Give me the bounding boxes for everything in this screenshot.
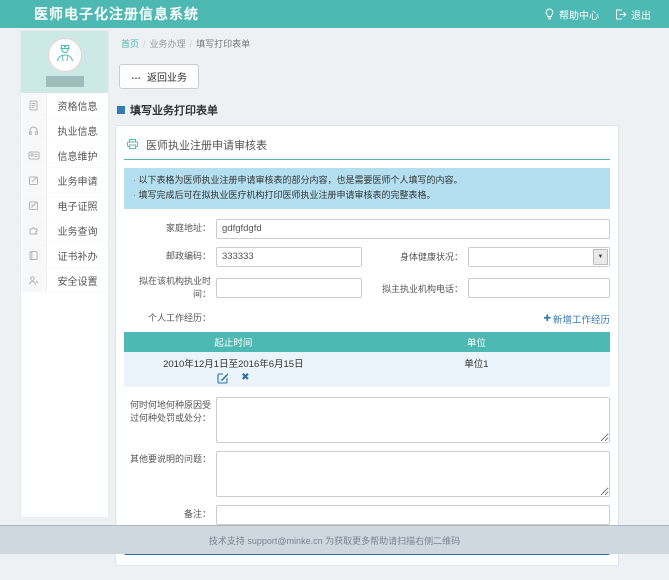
book-icon bbox=[21, 243, 47, 267]
sidebar-item-label: 资格信息 bbox=[47, 98, 108, 113]
breadcrumb: 首页/业务办理/填写打印表单 bbox=[115, 30, 619, 56]
edit-square-icon bbox=[21, 168, 47, 192]
sidebar-item-label: 业务申请 bbox=[47, 173, 108, 188]
panel-title: 医师执业注册申请审核表 bbox=[146, 137, 267, 153]
printer-icon bbox=[126, 138, 139, 153]
sidebar-item-label: 信息维护 bbox=[47, 148, 108, 163]
user-name-redacted bbox=[46, 76, 84, 87]
breadcrumb-separator: / bbox=[190, 39, 193, 49]
breadcrumb-item-current: 填写打印表单 bbox=[196, 39, 250, 49]
notice-line-1: 以下表格为医师执业注册申请审核表的部分内容，也是需要医师个人填写的内容。 bbox=[133, 173, 601, 188]
notice-line-2: 填写完成后可在拟执业医疗机构打印医师执业注册申请审核表的完整表格。 bbox=[133, 188, 601, 203]
add-work-experience-label: 新增工作经历 bbox=[553, 312, 610, 326]
sidebar-item-label: 安全设置 bbox=[47, 273, 108, 288]
logout-icon bbox=[615, 9, 627, 20]
back-button-label: 返回业务 bbox=[147, 69, 187, 84]
puzzle-icon bbox=[21, 218, 47, 242]
plus-icon: ✚ bbox=[543, 313, 551, 324]
health-status-select[interactable]: ▼ bbox=[468, 247, 610, 267]
table-row: 2010年12月1日至2016年6月15日 ✖ 单位1 bbox=[124, 352, 610, 387]
logout-label: 退出 bbox=[631, 7, 651, 22]
help-label: 帮助中心 bbox=[559, 7, 599, 22]
table-header-period: 起止时间 bbox=[124, 332, 343, 352]
panel-header: 医师执业注册申请审核表 bbox=[124, 134, 610, 160]
sidebar-item-business-application[interactable]: 业务申请 bbox=[21, 168, 108, 193]
ellipsis-icon: … bbox=[131, 75, 141, 79]
remarks-label: 备注： bbox=[124, 508, 216, 522]
postal-code-input[interactable] bbox=[216, 247, 362, 267]
work-experience-label: 个人工作经历： bbox=[124, 312, 216, 326]
row-unit: 单位1 bbox=[343, 352, 610, 387]
punishment-label: 何时何地何种原因受过何种处罚或处分： bbox=[124, 397, 216, 426]
remarks-input[interactable] bbox=[216, 505, 610, 525]
section-title: 填写业务打印表单 bbox=[117, 102, 619, 118]
edit-icon[interactable] bbox=[217, 372, 229, 384]
headset-icon bbox=[21, 118, 47, 142]
practice-time-label: 拟在该机构执业时间： bbox=[124, 275, 216, 302]
org-phone-label: 拟主执业机构电话： bbox=[372, 282, 468, 295]
footer: 技术支持 support@minke.cn 为获取更多帮助请扫描右侧二维码 bbox=[0, 525, 669, 554]
sidebar-item-electronic-certificate[interactable]: 电子证照 bbox=[21, 193, 108, 218]
delete-icon[interactable]: ✖ bbox=[241, 372, 249, 383]
other-issues-textarea[interactable] bbox=[216, 451, 610, 497]
postal-code-label: 邮政编码： bbox=[124, 250, 216, 264]
certificate-edit-icon bbox=[21, 193, 47, 217]
sidebar-item-label: 电子证照 bbox=[47, 198, 108, 213]
sidebar-item-label: 证书补办 bbox=[47, 248, 108, 263]
work-experience-table: 起止时间 单位 2010年12月1日至2016年6月15日 ✖ bbox=[124, 332, 610, 387]
row-period: 2010年12月1日至2016年6月15日 bbox=[124, 356, 343, 370]
sidebar: 资格信息 执业信息 信息维护 业务申请 电子证照 业务查询 证书补办 安全设置 bbox=[20, 30, 109, 518]
sidebar-item-business-query[interactable]: 业务查询 bbox=[21, 218, 108, 243]
other-issues-label: 其他要说明的问题： bbox=[124, 451, 216, 467]
breadcrumb-link-home[interactable]: 首页 bbox=[121, 39, 139, 49]
user-panel bbox=[21, 31, 108, 93]
home-address-input[interactable] bbox=[216, 219, 610, 239]
table-header-unit: 单位 bbox=[343, 332, 610, 352]
section-title-text: 填写业务打印表单 bbox=[130, 102, 218, 118]
person-key-icon bbox=[21, 268, 47, 292]
sidebar-item-label: 业务查询 bbox=[47, 223, 108, 238]
breadcrumb-separator: / bbox=[143, 39, 146, 49]
sidebar-item-certificate-reissue[interactable]: 证书补办 bbox=[21, 243, 108, 268]
notice-box: 以下表格为医师执业注册申请审核表的部分内容，也是需要医师个人填写的内容。 填写完… bbox=[124, 168, 610, 209]
form-panel: 医师执业注册申请审核表 以下表格为医师执业注册申请审核表的部分内容，也是需要医师… bbox=[115, 125, 619, 566]
help-lightbulb-icon bbox=[544, 8, 555, 20]
avatar[interactable] bbox=[48, 38, 82, 72]
app-title: 医师电子化注册信息系统 bbox=[34, 4, 199, 24]
app-header: 医师电子化注册信息系统 帮助中心 退出 bbox=[0, 0, 669, 28]
help-center-button[interactable]: 帮助中心 bbox=[544, 7, 599, 22]
doctor-avatar-icon bbox=[54, 42, 76, 67]
logout-button[interactable]: 退出 bbox=[615, 7, 651, 22]
punishment-textarea[interactable] bbox=[216, 397, 610, 443]
blue-square-bullet bbox=[117, 106, 125, 114]
footer-text: 技术支持 support@minke.cn 为获取更多帮助请扫描右侧二维码 bbox=[209, 534, 460, 547]
add-work-experience-link[interactable]: ✚ 新增工作经历 bbox=[543, 312, 610, 326]
health-status-label: 身体健康状况： bbox=[372, 250, 468, 263]
practice-time-input[interactable] bbox=[216, 278, 362, 298]
chevron-down-icon: ▼ bbox=[593, 249, 608, 265]
sidebar-item-info-maintenance[interactable]: 信息维护 bbox=[21, 143, 108, 168]
sidebar-item-practice-info[interactable]: 执业信息 bbox=[21, 118, 108, 143]
id-card-icon bbox=[21, 143, 47, 167]
sidebar-item-security-settings[interactable]: 安全设置 bbox=[21, 268, 108, 293]
breadcrumb-item-business[interactable]: 业务办理 bbox=[150, 39, 186, 49]
sidebar-item-qualification-info[interactable]: 资格信息 bbox=[21, 93, 108, 118]
org-phone-input[interactable] bbox=[468, 278, 610, 298]
document-icon bbox=[21, 93, 47, 117]
home-address-label: 家庭地址： bbox=[124, 222, 216, 236]
back-to-business-button[interactable]: … 返回业务 bbox=[119, 64, 199, 89]
sidebar-item-label: 执业信息 bbox=[47, 123, 108, 138]
